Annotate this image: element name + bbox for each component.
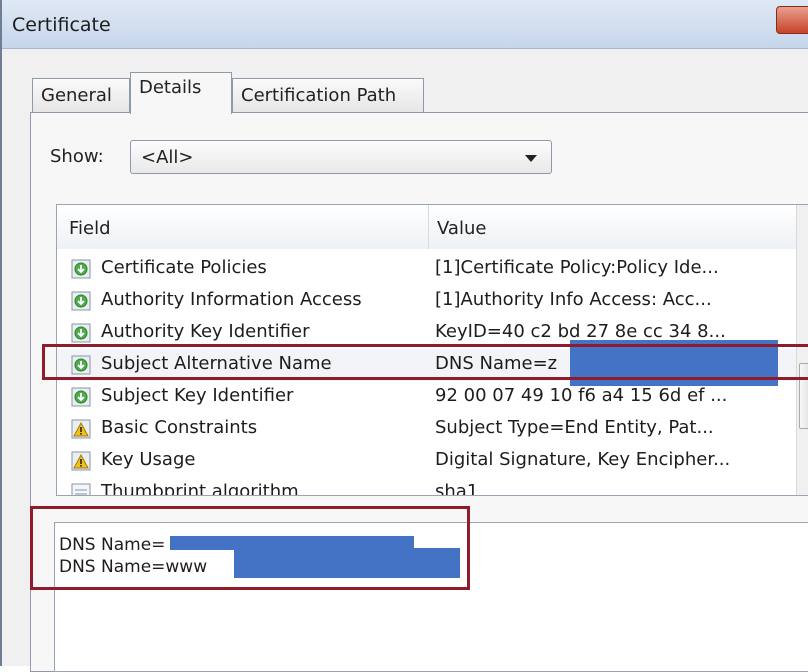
chevron-down-icon: [525, 155, 537, 162]
certificate-window: Certificate General Details Certificatio…: [0, 0, 808, 672]
field-name: Thumbprint algorithm: [101, 481, 299, 496]
field-value: [1]Certificate Policy:Policy Ide...: [435, 257, 719, 278]
field-value: KeyID=40 c2 bd 27 8e cc 34 8...: [435, 321, 726, 342]
field-value: Digital Signature, Key Encipher...: [435, 449, 731, 470]
extension-icon: [71, 259, 91, 279]
list-item[interactable]: Authority Information Access [1]Authorit…: [57, 285, 799, 317]
field-value: 92 00 07 49 10 f6 a4 15 6d ef ...: [435, 385, 728, 406]
list-item[interactable]: Basic Constraints Subject Type=End Entit…: [57, 413, 799, 445]
show-dropdown[interactable]: <All>: [130, 140, 552, 174]
list-item[interactable]: Key Usage Digital Signature, Key Enciphe…: [57, 445, 799, 477]
field-value: Subject Type=End Entity, Pat...: [435, 417, 714, 438]
column-header-field[interactable]: Field: [57, 205, 429, 249]
field-value: [1]Authority Info Access: Acc...: [435, 289, 712, 310]
tab-general[interactable]: General: [32, 78, 130, 112]
field-name: Authority Information Access: [101, 289, 362, 310]
extension-icon: [71, 387, 91, 407]
critical-extension-icon: [71, 451, 91, 471]
column-header-value[interactable]: Value: [429, 205, 799, 249]
field-name: Basic Constraints: [101, 417, 258, 438]
show-label: Show:: [50, 146, 104, 167]
field-name: Authority Key Identifier: [101, 321, 310, 342]
list-item[interactable]: Thumbprint algorithm sha1: [57, 477, 799, 496]
critical-extension-icon: [71, 419, 91, 439]
tab-details[interactable]: Details: [130, 72, 232, 114]
window-title: Certificate: [12, 14, 111, 36]
property-icon: [71, 483, 91, 495]
show-dropdown-value: <All>: [141, 147, 194, 168]
field-name: Key Usage: [101, 449, 196, 470]
tab-certification-path[interactable]: Certification Path: [232, 78, 424, 112]
extension-icon: [71, 291, 91, 311]
extension-icon: [71, 323, 91, 343]
field-name: Subject Key Identifier: [101, 385, 294, 406]
highlight-box-details: [30, 506, 470, 590]
field-name: Certificate Policies: [101, 257, 267, 278]
field-value: sha1: [435, 481, 479, 496]
close-button[interactable]: [776, 6, 808, 34]
highlight-box-selected-row: [42, 344, 808, 380]
title-bar[interactable]: Certificate: [2, 0, 808, 49]
list-item[interactable]: Certificate Policies [1]Certificate Poli…: [57, 253, 799, 285]
